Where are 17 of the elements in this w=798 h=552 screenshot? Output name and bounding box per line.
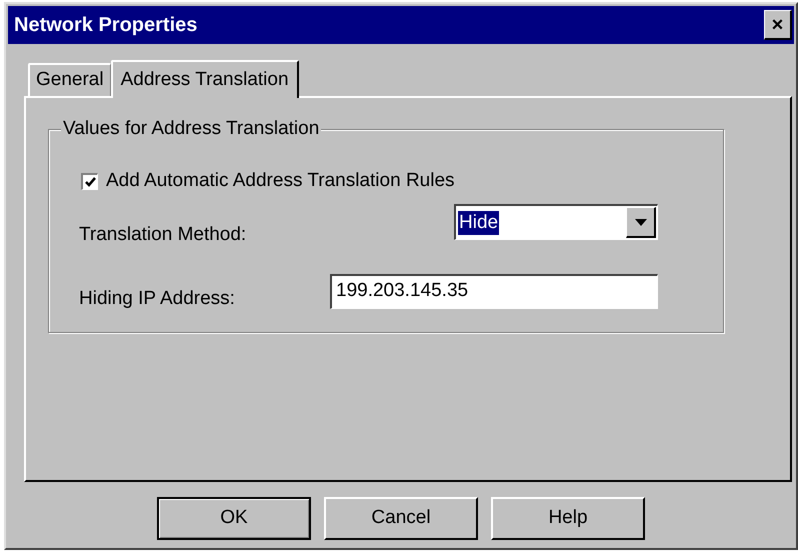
tab[interactable]: General (28, 63, 111, 96)
field-label: Hiding IP Address: (79, 287, 235, 311)
dialog-button[interactable]: Help (491, 497, 645, 540)
dialog-button[interactable]: OK (157, 497, 311, 540)
check-icon (84, 176, 96, 187)
dropdown-arrow-button[interactable] (626, 207, 656, 238)
field-label: Translation Method: (79, 223, 246, 247)
ip-address-field[interactable]: 199.203.145.35 (330, 274, 658, 309)
checkbox-label[interactable]: Add Automatic Address Translation Rules (106, 167, 455, 196)
close-button[interactable]: × (764, 10, 792, 40)
tab[interactable]: Address Translation (110, 60, 299, 98)
caret-icon (634, 218, 646, 226)
translation-method-dropdown[interactable]: Hide (454, 204, 658, 240)
selected-option: Hide (458, 210, 500, 234)
window-title: Network Properties (14, 13, 198, 38)
checkbox[interactable] (81, 172, 98, 190)
dialog-button[interactable]: Cancel (324, 497, 478, 540)
